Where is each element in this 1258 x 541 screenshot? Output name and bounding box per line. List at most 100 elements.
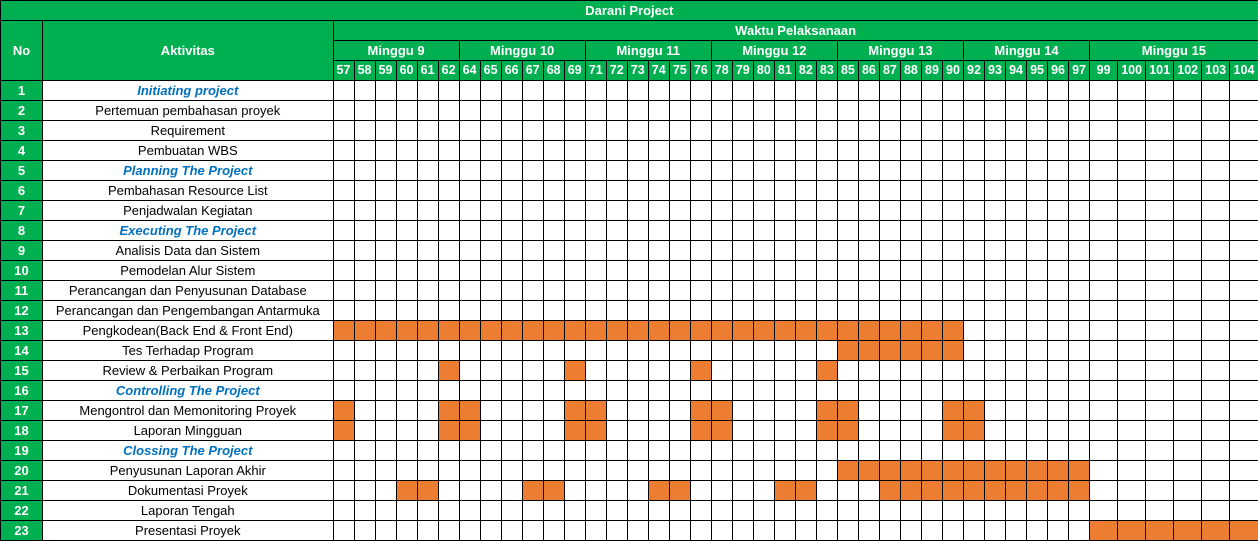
gantt-empty-cell <box>920 120 943 141</box>
gantt-empty-cell <box>983 260 1007 281</box>
gantt-empty-cell <box>584 520 607 541</box>
gantt-empty-cell <box>941 200 964 221</box>
gantt-empty-cell <box>1145 140 1175 161</box>
gantt-empty-cell <box>752 100 775 121</box>
gantt-empty-cell <box>626 420 649 441</box>
gantt-empty-cell <box>479 120 502 141</box>
gantt-empty-cell <box>857 180 880 201</box>
gantt-empty-cell <box>878 360 901 381</box>
task-label: Presentasi Proyek <box>42 520 334 541</box>
gantt-bar-cell <box>437 400 460 421</box>
gantt-empty-cell <box>983 500 1007 521</box>
gantt-empty-cell <box>1229 380 1258 401</box>
gantt-empty-cell <box>983 340 1007 361</box>
gantt-empty-cell <box>353 260 376 281</box>
task-number: 6 <box>0 180 44 201</box>
gantt-empty-cell <box>689 240 712 261</box>
gantt-empty-cell <box>605 340 628 361</box>
gantt-empty-cell <box>563 100 586 121</box>
gantt-empty-cell <box>647 140 670 161</box>
gantt-empty-cell <box>626 120 649 141</box>
gantt-empty-cell <box>773 160 796 181</box>
gantt-empty-cell <box>1068 120 1091 141</box>
gantt-empty-cell <box>626 440 649 461</box>
gantt-empty-cell <box>1117 400 1147 421</box>
gantt-empty-cell <box>1173 500 1203 521</box>
gantt-empty-cell <box>521 80 544 101</box>
gantt-empty-cell <box>689 440 712 461</box>
gantt-empty-cell <box>563 200 586 221</box>
gantt-empty-cell <box>899 360 922 381</box>
gantt-bar-cell <box>878 320 901 341</box>
gantt-empty-cell <box>605 520 628 541</box>
gantt-empty-cell <box>374 280 397 301</box>
gantt-empty-cell <box>353 440 376 461</box>
gantt-empty-cell <box>710 300 733 321</box>
gantt-empty-cell <box>416 380 439 401</box>
gantt-empty-cell <box>1201 80 1231 101</box>
task-row: 13 Pengkodean(Back End & Front End) <box>0 320 1258 341</box>
gantt-empty-cell <box>836 100 859 121</box>
gantt-empty-cell <box>752 140 775 161</box>
day-header: 96 <box>1047 60 1070 81</box>
gantt-empty-cell <box>899 380 922 401</box>
gantt-empty-cell <box>752 200 775 221</box>
gantt-empty-cell <box>1047 80 1070 101</box>
gantt-empty-cell <box>773 80 796 101</box>
gantt-empty-cell <box>605 260 628 281</box>
gantt-empty-cell <box>878 160 901 181</box>
gantt-empty-cell <box>626 360 649 381</box>
gantt-empty-cell <box>353 200 376 221</box>
gantt-empty-cell <box>332 360 355 381</box>
gantt-empty-cell <box>941 280 964 301</box>
task-row: 6 Pembahasan Resource List <box>0 180 1258 201</box>
gantt-empty-cell <box>458 500 481 521</box>
task-label: Analisis Data dan Sistem <box>42 240 334 261</box>
week-header: Minggu 14 <box>962 40 1091 61</box>
gantt-empty-cell <box>731 300 754 321</box>
gantt-empty-cell <box>878 260 901 281</box>
gantt-empty-cell <box>1068 220 1091 241</box>
gantt-empty-cell <box>836 520 859 541</box>
gantt-empty-cell <box>584 180 607 201</box>
gantt-empty-cell <box>710 380 733 401</box>
gantt-empty-cell <box>416 280 439 301</box>
gantt-bar-cell <box>920 340 943 361</box>
gantt-empty-cell <box>920 80 943 101</box>
gantt-empty-cell <box>731 220 754 241</box>
gantt-empty-cell <box>542 400 565 421</box>
task-number: 16 <box>0 380 44 401</box>
gantt-empty-cell <box>563 80 586 101</box>
gantt-empty-cell <box>416 520 439 541</box>
gantt-empty-cell <box>500 220 523 241</box>
gantt-empty-cell <box>647 500 670 521</box>
gantt-empty-cell <box>563 120 586 141</box>
gantt-empty-cell <box>773 200 796 221</box>
gantt-empty-cell <box>626 100 649 121</box>
gantt-empty-cell <box>542 200 565 221</box>
gantt-empty-cell <box>1229 240 1258 261</box>
gantt-empty-cell <box>458 260 481 281</box>
gantt-bar-cell <box>437 320 460 341</box>
gantt-empty-cell <box>332 220 355 241</box>
gantt-empty-cell <box>1047 160 1070 181</box>
gantt-empty-cell <box>1068 280 1091 301</box>
gantt-bar-cell <box>500 320 523 341</box>
gantt-empty-cell <box>500 460 523 481</box>
gantt-empty-cell <box>500 120 523 141</box>
gantt-empty-cell <box>731 180 754 201</box>
gantt-empty-cell <box>1201 300 1231 321</box>
gantt-empty-cell <box>1201 180 1231 201</box>
gantt-empty-cell <box>1201 280 1231 301</box>
gantt-empty-cell <box>416 220 439 241</box>
gantt-empty-cell <box>395 240 418 261</box>
gantt-bar-cell <box>941 320 964 341</box>
gantt-empty-cell <box>983 300 1007 321</box>
gantt-empty-cell <box>1047 140 1070 161</box>
gantt-bar-cell <box>899 340 922 361</box>
gantt-empty-cell <box>1117 80 1147 101</box>
gantt-empty-cell <box>605 120 628 141</box>
gantt-empty-cell <box>605 220 628 241</box>
gantt-empty-cell <box>1145 240 1175 261</box>
gantt-empty-cell <box>1117 120 1147 141</box>
